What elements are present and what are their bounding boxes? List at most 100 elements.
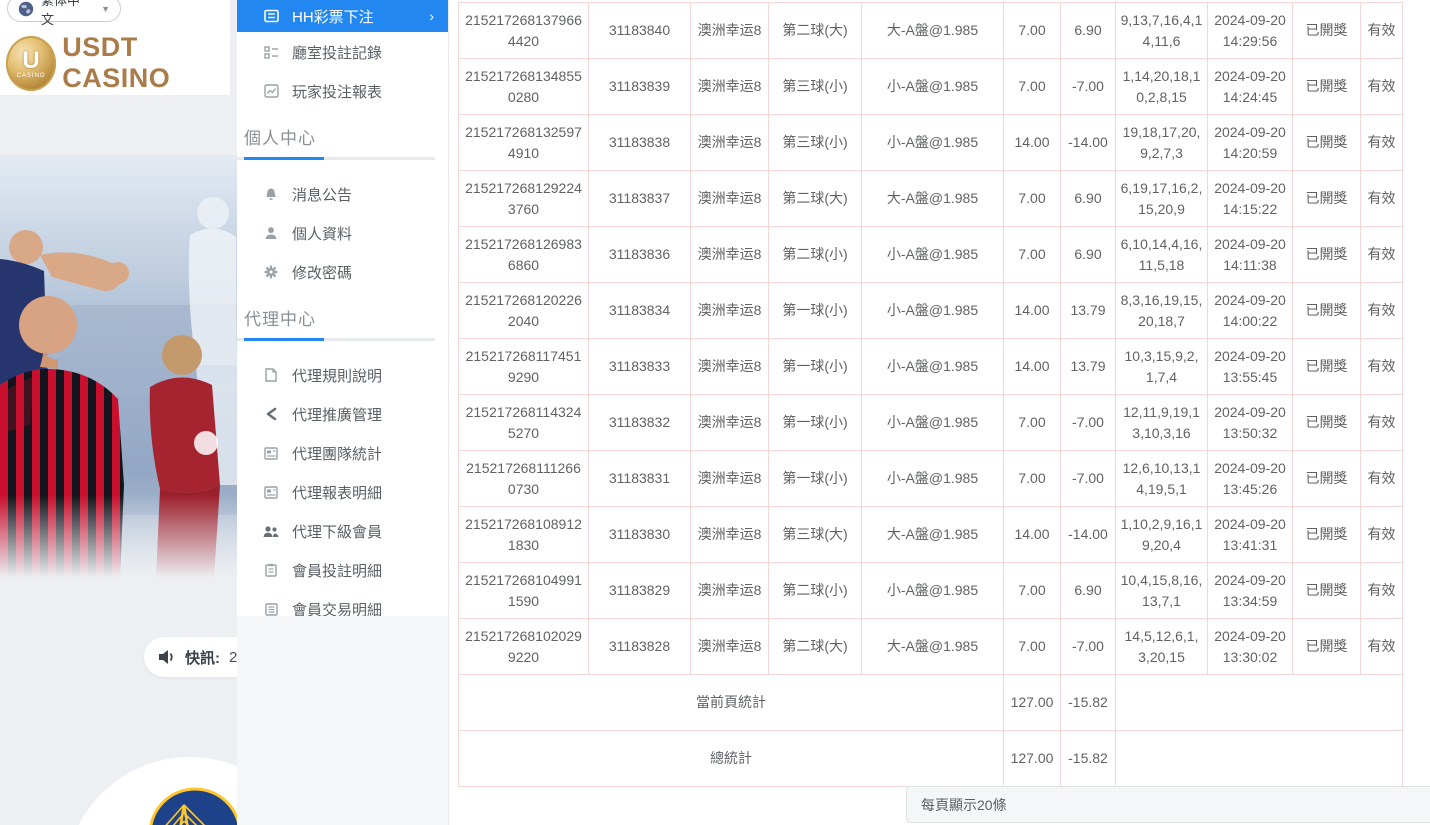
report-icon (263, 445, 279, 461)
grand-total-bet: 127.00 (1004, 731, 1061, 787)
table-cell: 7.00 (1004, 227, 1061, 283)
sidebar-item-agent-downline-members[interactable]: 代理下級會員 (237, 515, 448, 547)
table-cell: 7.00 (1004, 563, 1061, 619)
table-cell: 10,3,15,9,2,1,7,4 (1116, 339, 1208, 395)
table-cell: 10,4,15,8,16,13,7,1 (1116, 563, 1208, 619)
table-cell: 2152172681049911590 (459, 563, 589, 619)
table-row: 215217268104991159031183829澳洲幸运8第二球(小)小-… (459, 563, 1403, 619)
page-total-row: 當前頁統計 127.00 -15.82 (459, 675, 1403, 731)
sidebar-item-label: 代理下級會員 (292, 521, 382, 542)
table-cell: 14,5,12,6,1,3,20,15 (1116, 619, 1208, 675)
table-cell: 2152172681269836860 (459, 227, 589, 283)
sidebar-item-label: 個人資料 (292, 223, 352, 244)
table-cell: 有效 (1361, 3, 1403, 59)
book-icon (263, 8, 279, 24)
sidebar-item-announcements[interactable]: 消息公告 (237, 178, 448, 210)
warriors-logo (148, 787, 237, 825)
sidebar-item-label: 玩家投注報表 (292, 81, 382, 102)
table-cell: 6.90 (1061, 3, 1116, 59)
table-cell: 2024-09-20 14:20:59 (1208, 115, 1293, 171)
chevron-right-icon: › (429, 9, 434, 23)
table-cell: 2024-09-20 14:29:56 (1208, 3, 1293, 59)
table-cell: 已開獎 (1293, 115, 1361, 171)
grand-total-label: 總統計 (459, 731, 1004, 787)
sidebar-item-profile[interactable]: 個人資料 (237, 217, 448, 249)
table-cell: -14.00 (1061, 115, 1116, 171)
per-page-label: 每頁顯示20條 (921, 795, 1007, 815)
table-cell: 2152172681202262040 (459, 283, 589, 339)
table-cell: 2152172681174519290 (459, 339, 589, 395)
table-cell: 澳洲幸运8 (691, 227, 769, 283)
table-cell: 7.00 (1004, 59, 1061, 115)
table-cell: 19,18,17,20,9,2,7,3 (1116, 115, 1208, 171)
table-cell: 已開獎 (1293, 619, 1361, 675)
table-cell: -7.00 (1061, 619, 1116, 675)
coin-icon: U CASINO (6, 36, 56, 91)
speaker-icon (158, 649, 176, 665)
table-cell: 31183839 (589, 59, 691, 115)
table-row: 215217268102029922031183828澳洲幸运8第二球(大)大-… (459, 619, 1403, 675)
table-cell: 2152172681325974910 (459, 115, 589, 171)
table-cell: 2024-09-20 13:41:31 (1208, 507, 1293, 563)
sidebar-item-room-bet-records[interactable]: 廳室投註記錄 (237, 36, 448, 68)
sidebar-item-label: 代理報表明細 (292, 482, 382, 503)
language-selector[interactable]: 繁体中文 ▼ (7, 0, 121, 22)
table-row: 215217268108912183031183830澳洲幸运8第三球(大)大-… (459, 507, 1403, 563)
table-cell: 2152172681020299220 (459, 619, 589, 675)
table-cell: 澳洲幸运8 (691, 171, 769, 227)
brand-logo[interactable]: U CASINO USDT CASINO (6, 32, 237, 94)
sidebar-item-label: HH彩票下注 (292, 6, 374, 27)
table-cell: 12,6,10,13,14,19,5,1 (1116, 451, 1208, 507)
table-cell: 澳洲幸运8 (691, 619, 769, 675)
table-cell: 2024-09-20 13:55:45 (1208, 339, 1293, 395)
table-cell: 澳洲幸运8 (691, 563, 769, 619)
brand-name: USDT CASINO (62, 32, 237, 94)
sidebar-item-hh-lottery-bets[interactable]: HH彩票下注 › (237, 0, 448, 32)
table-cell: 31183830 (589, 507, 691, 563)
table-cell: 澳洲幸运8 (691, 3, 769, 59)
section-title-personal-center: 個人中心 (237, 114, 448, 157)
sidebar-item-agent-team-stats[interactable]: 代理團隊統計 (237, 437, 448, 469)
left-panel: 繁体中文 ▼ U CASINO USDT CASINO (0, 0, 237, 825)
table-cell: 已開獎 (1293, 59, 1361, 115)
table-cell: 31183837 (589, 171, 691, 227)
sidebar: HH彩票下注 › 廳室投註記錄 玩家投注報表 個人中心 消息公告 個人資料 修改… (237, 0, 449, 617)
table-row: 215217268126983686031183836澳洲幸运8第二球(小)小-… (459, 227, 1403, 283)
sidebar-item-agent-promotion[interactable]: 代理推廣管理 (237, 398, 448, 430)
table-cell: 2152172681143245270 (459, 395, 589, 451)
sidebar-item-agent-report-details[interactable]: 代理報表明細 (237, 476, 448, 508)
table-cell: 已開獎 (1293, 3, 1361, 59)
table-cell: 第一球(小) (769, 451, 862, 507)
table-cell: 第三球(大) (769, 507, 862, 563)
table-cell: 2024-09-20 13:34:59 (1208, 563, 1293, 619)
table-cell: 31183834 (589, 283, 691, 339)
table-row: 215217268134855028031183839澳洲幸运8第三球(小)小-… (459, 59, 1403, 115)
table-cell: 澳洲幸运8 (691, 283, 769, 339)
table-cell: 澳洲幸运8 (691, 507, 769, 563)
table-cell: 有效 (1361, 395, 1403, 451)
table-cell: 已開獎 (1293, 339, 1361, 395)
sidebar-item-player-bet-report[interactable]: 玩家投注報表 (237, 75, 448, 107)
sidebar-item-agent-rules[interactable]: 代理規則說明 (237, 359, 448, 391)
table-cell: 小-A盤@1.985 (862, 227, 1004, 283)
table-cell: 大-A盤@1.985 (862, 3, 1004, 59)
table-cell: 已開獎 (1293, 507, 1361, 563)
table-cell: 31183838 (589, 115, 691, 171)
report-icon (263, 484, 279, 500)
bet-records-table: 215217268137966442031183840澳洲幸运8第二球(大)大-… (458, 2, 1403, 787)
table-cell: 7.00 (1004, 395, 1061, 451)
table-cell: 第三球(小) (769, 59, 862, 115)
sidebar-item-label: 代理規則說明 (292, 365, 382, 386)
news-marquee: 快訊: 2 (144, 637, 237, 677)
sidebar-item-member-bet-details[interactable]: 會員投註明細 (237, 554, 448, 586)
table-cell: 有效 (1361, 115, 1403, 171)
main-content: 215217268137966442031183840澳洲幸运8第二球(大)大-… (448, 0, 1430, 825)
table-cell: 第一球(小) (769, 395, 862, 451)
grand-total-row: 總統計 127.00 -15.82 (459, 731, 1403, 787)
table-cell: 有效 (1361, 339, 1403, 395)
table-cell: -7.00 (1061, 395, 1116, 451)
sidebar-item-change-password[interactable]: 修改密碼 (237, 256, 448, 288)
page-total-winloss: -15.82 (1061, 675, 1116, 731)
table-cell: 已開獎 (1293, 395, 1361, 451)
table-cell: 2152172681348550280 (459, 59, 589, 115)
